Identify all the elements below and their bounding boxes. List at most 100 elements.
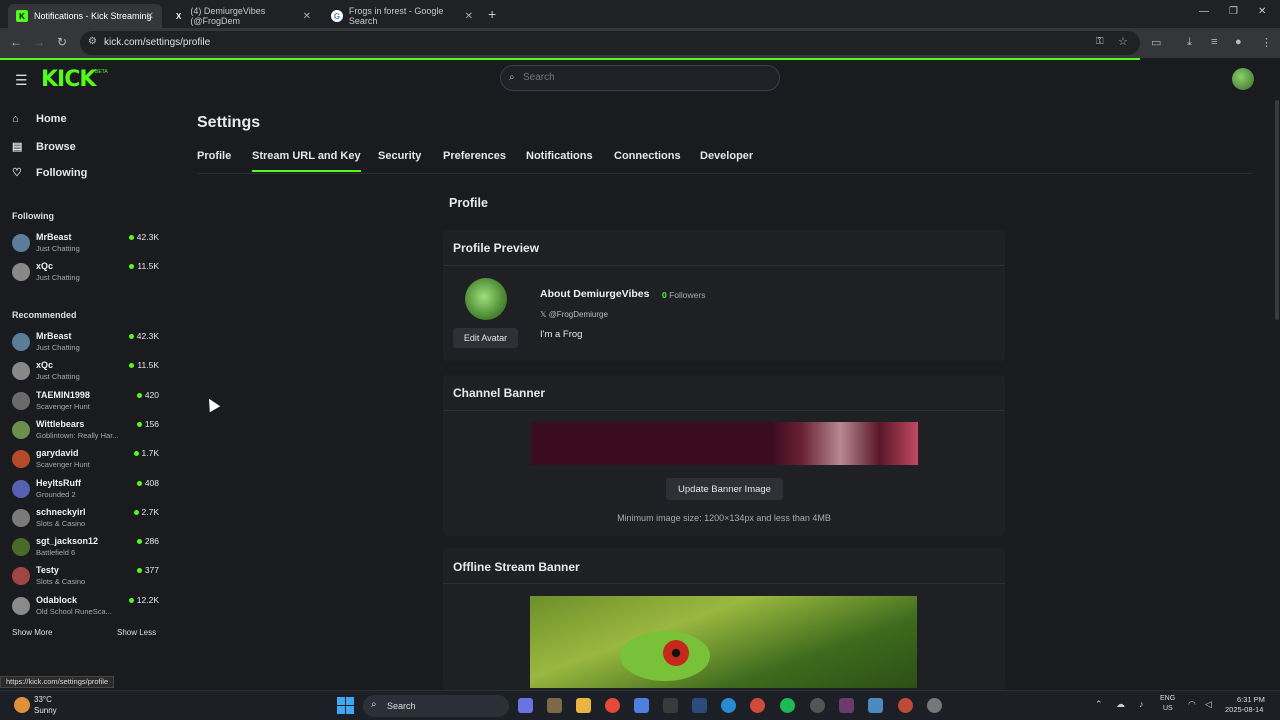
browser-tab-google[interactable]: G Frogs in forest - Google Search ✕ (323, 4, 481, 28)
sidebar-channel-item[interactable]: xQc Just Chatting 11.5K (12, 358, 162, 384)
x-handle[interactable]: 𝕏 @FrogDemiurge (540, 310, 608, 319)
channel-avatar (12, 234, 30, 252)
sidebar-channel-item[interactable]: HeyItsRuff Grounded 2 408 (12, 476, 162, 502)
tab-profile[interactable]: Profile (197, 150, 231, 170)
viewer-number: 42.3K (136, 232, 159, 242)
nav-label: Browse (36, 140, 76, 153)
clock-time[interactable]: 6:31 PM (1237, 695, 1265, 704)
show-less-button[interactable]: Show Less (117, 628, 156, 637)
sidebar-channel-item[interactable]: MrBeast Just Chatting 42.3K (12, 230, 162, 256)
tab-preferences[interactable]: Preferences (443, 150, 506, 170)
taskbar-app-icon[interactable] (810, 698, 825, 713)
viewer-number: 408 (144, 477, 159, 488)
sidebar-channel-item[interactable]: xQc Just Chatting 11.5K (12, 259, 162, 285)
site-info-icon[interactable]: ⚙ (88, 36, 97, 47)
spotify-icon[interactable] (780, 698, 795, 713)
viewer-number: 420 (144, 389, 159, 400)
sidebar-channel-item[interactable]: Odablock Old School RuneSca... 12.2K (12, 593, 162, 619)
sidebar-channel-item[interactable]: garydavid Scavenger Hunt 1.7K (12, 446, 162, 472)
tab-title: Notifications - Kick Streaming (34, 11, 152, 21)
home-icon: ⌂ (12, 113, 19, 125)
sidebar-channel-item[interactable]: sgt_jackson12 Battlefield 6 286 (12, 534, 162, 560)
menu-dots-icon[interactable]: ⋮ (1261, 36, 1272, 49)
cast-icon[interactable]: ▭ (1151, 36, 1161, 49)
taskbar-app-icon[interactable] (518, 698, 533, 713)
microphone-icon[interactable]: ♪ (1139, 699, 1144, 709)
download-icon[interactable]: ⤓ (1187, 36, 1192, 49)
close-icon[interactable]: ✕ (146, 11, 154, 22)
tab-security[interactable]: Security (378, 150, 421, 170)
reload-icon[interactable]: ↻ (57, 35, 67, 49)
chrome-active-icon[interactable] (898, 698, 913, 713)
taskbar-search[interactable]: ⌕ Search (363, 695, 509, 717)
sidebar-channel-item[interactable]: Testy Slots & Casino 377 (12, 563, 162, 589)
edit-avatar-button[interactable]: Edit Avatar (453, 328, 518, 348)
forward-icon[interactable]: → (33, 35, 45, 49)
maximize-icon[interactable]: ❐ (1229, 6, 1238, 17)
sidebar-nav-home[interactable]: ⌂ Home (12, 113, 67, 125)
search-box[interactable]: ⌕ (500, 65, 780, 91)
window-close-icon[interactable]: ✕ (1258, 6, 1266, 17)
address-bar[interactable]: ⚙ kick.com/settings/profile ⚿ ☆ (80, 31, 1140, 55)
url-text[interactable]: kick.com/settings/profile (104, 37, 210, 48)
file-explorer-icon[interactable] (576, 698, 591, 713)
sidebar-nav-following[interactable]: ♡ Following (12, 166, 87, 180)
show-more-button[interactable]: Show More (12, 628, 52, 637)
taskbar-app-icon[interactable] (868, 698, 883, 713)
channel-avatar (12, 450, 30, 469)
tray-overflow-icon[interactable]: ⌃ (1095, 699, 1103, 710)
clock-date[interactable]: 2025-08-14 (1225, 705, 1263, 714)
media-icon[interactable]: ≡ (1211, 36, 1217, 48)
language-indicator[interactable]: ENG (1160, 695, 1175, 702)
minimize-icon[interactable]: — (1199, 6, 1209, 17)
taskbar-app-icon[interactable] (547, 698, 562, 713)
sidebar-channel-item[interactable]: Wittlebears Goblintown: Really Har... 156 (12, 417, 162, 443)
browser-tab-kick[interactable]: K Notifications - Kick Streaming ✕ (8, 4, 162, 28)
weather-temp[interactable]: 33°C (34, 695, 52, 704)
chrome-icon[interactable] (750, 698, 765, 713)
tab-connections[interactable]: Connections (614, 150, 681, 170)
taskbar-app-icon[interactable] (663, 698, 678, 713)
channel-avatar (12, 508, 30, 527)
user-avatar[interactable] (1232, 68, 1254, 90)
tab-notifications[interactable]: Notifications (526, 150, 593, 170)
taskbar-app-icon[interactable] (634, 698, 649, 713)
page-scrollbar[interactable] (1275, 100, 1279, 320)
tab-developer[interactable]: Developer (700, 150, 753, 170)
live-dot-icon (128, 597, 134, 603)
x-handle-text: @FrogDemiurge (548, 310, 608, 319)
wifi-icon[interactable]: ◠ (1188, 699, 1196, 710)
language-region[interactable]: US (1163, 705, 1173, 712)
back-icon[interactable]: ← (10, 35, 22, 49)
close-icon[interactable]: ✕ (465, 11, 473, 22)
password-key-icon[interactable]: ⚿ (1096, 36, 1104, 47)
tab-stream-url-key[interactable]: Stream URL and Key (252, 150, 361, 172)
status-bar-url: https://kick.com/settings/profile (0, 676, 115, 688)
volume-icon[interactable]: ◁ (1205, 699, 1212, 710)
weather-desc[interactable]: Sunny (34, 706, 57, 715)
bookmark-star-icon[interactable]: ☆ (1118, 35, 1128, 48)
start-button[interactable] (337, 697, 354, 714)
taskbar-app-icon[interactable] (927, 698, 942, 713)
close-icon[interactable]: ✕ (303, 11, 311, 22)
edge-icon[interactable] (721, 698, 736, 713)
sidebar-channel-item[interactable]: schneckyirl Slots & Casino 2.7K (12, 505, 162, 531)
chrome-icon[interactable] (605, 698, 620, 713)
new-tab-icon[interactable]: + (488, 6, 496, 22)
sidebar-nav-browse[interactable]: ▤ Browse (12, 140, 76, 154)
steam-icon[interactable] (692, 698, 707, 713)
onedrive-icon[interactable]: ☁ (1116, 699, 1125, 710)
weather-sun-icon[interactable] (14, 697, 30, 713)
search-input[interactable] (523, 72, 763, 83)
extension-icon[interactable]: ● (1235, 36, 1242, 48)
recommended-section-title: Recommended (12, 310, 77, 320)
hamburger-menu-icon[interactable]: ☰ (15, 72, 28, 89)
update-banner-button[interactable]: Update Banner Image (666, 478, 783, 500)
browser-tab-x[interactable]: X (4) DemiurgeVibes (@FrogDem ✕ (165, 4, 319, 28)
sidebar-channel-item[interactable]: MrBeast Just Chatting 42.3K (12, 329, 162, 355)
taskbar-app-icon[interactable] (839, 698, 854, 713)
kick-logo[interactable]: KICK (41, 67, 96, 92)
sidebar-channel-item[interactable]: TAEMIN1998 Scavenger Hunt 420 (12, 388, 162, 414)
viewer-count: 42.3K (128, 331, 159, 341)
heart-icon: ♡ (12, 167, 22, 179)
